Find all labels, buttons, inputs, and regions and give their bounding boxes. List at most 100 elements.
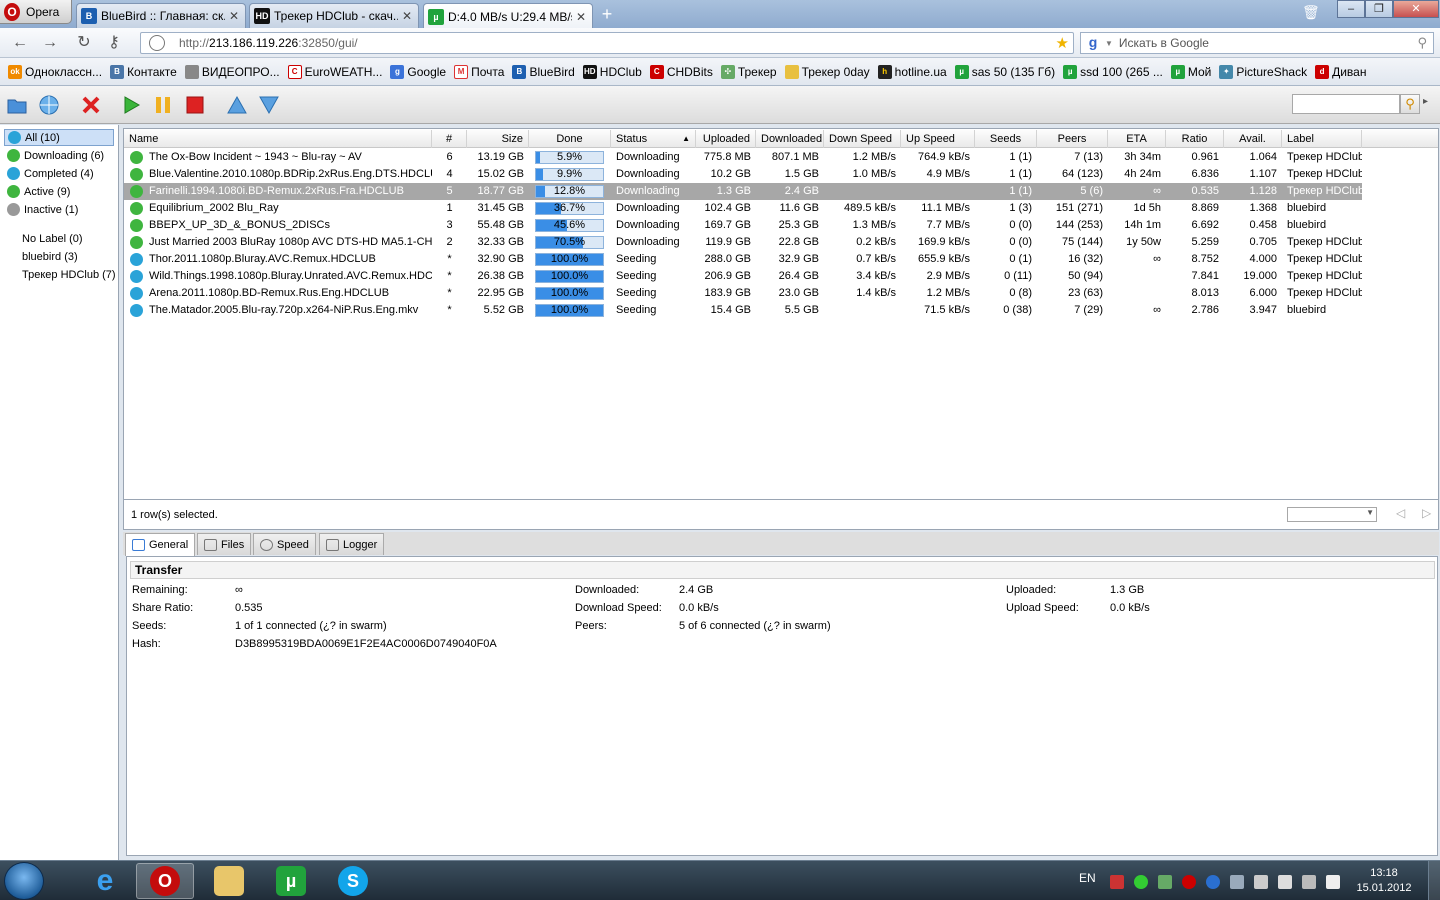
start-icon[interactable] <box>120 94 142 116</box>
bookmark-item[interactable]: ✣ Трекер <box>720 64 777 79</box>
category-inactive[interactable]: Inactive (1) <box>4 201 81 218</box>
tray-opera-icon[interactable] <box>1182 875 1196 889</box>
column-name[interactable]: Name <box>124 130 432 148</box>
bookmark-item[interactable]: ok Одноклассн... <box>8 64 102 79</box>
stop-icon[interactable] <box>184 94 206 116</box>
search-field[interactable]: g ▼ Искать в Google ⚲ <box>1080 32 1434 54</box>
column-done[interactable]: Done <box>529 130 611 148</box>
tray-check-icon[interactable] <box>1134 875 1148 889</box>
taskbar-explorer[interactable] <box>200 863 258 899</box>
category-completed[interactable]: Completed (4) <box>4 165 97 182</box>
bookmark-item[interactable]: ✦ PictureShack <box>1219 64 1307 79</box>
tray-utorrent-icon[interactable] <box>1158 875 1172 889</box>
reload-button[interactable]: ↻ <box>74 34 94 52</box>
taskbar-utorrent[interactable]: µ <box>262 863 320 899</box>
move-up-icon[interactable] <box>226 94 248 116</box>
next-page-icon[interactable]: ▷ <box>1422 506 1431 520</box>
add-url-icon[interactable] <box>38 94 60 116</box>
column-down-speed[interactable]: Down Speed <box>824 130 901 148</box>
browser-tab-utorrent[interactable]: µ D:4.0 MB/s U:29.4 MB/s... ✕ <box>423 3 593 29</box>
column-seeds[interactable]: Seeds <box>975 130 1037 148</box>
category-active[interactable]: Active (9) <box>4 183 73 200</box>
bookmark-item[interactable]: ВИДЕОПРО... <box>184 64 280 79</box>
chevron-down-icon[interactable]: ▼ <box>1105 39 1113 48</box>
torrent-row[interactable]: Blue.Valentine.2010.1080p.BDRip.2xRus.En… <box>124 166 1362 183</box>
close-tab-icon[interactable]: ✕ <box>576 10 588 24</box>
label-bluebird[interactable]: bluebird (3) <box>22 251 78 263</box>
column-up-speed[interactable]: Up Speed <box>901 130 975 148</box>
bluetooth-icon[interactable] <box>1206 875 1220 889</box>
bookmark-item[interactable]: d Диван <box>1315 64 1366 79</box>
browser-tab-hdclub[interactable]: HD Трекер HDClub - скач... ✕ <box>249 3 419 28</box>
bookmark-item[interactable]: HD HDClub <box>582 64 642 79</box>
remove-torrent-icon[interactable] <box>80 94 102 116</box>
new-tab-button[interactable]: + <box>597 5 617 25</box>
category-downloading[interactable]: Downloading (6) <box>4 147 107 164</box>
category-all[interactable]: All (10) <box>4 129 114 146</box>
torrent-row[interactable]: Arena.2011.1080p.BD-Remux.Rus.Eng.HDCLUB… <box>124 285 1362 302</box>
bookmark-item[interactable]: µ ssd 100 (265 ... <box>1063 64 1163 79</box>
toolbar-more-icon[interactable]: ▸ <box>1423 96 1428 107</box>
torrent-row[interactable]: The Ox-Bow Incident ~ 1943 ~ Blu-ray ~ A… <box>124 149 1362 166</box>
maximize-button[interactable]: ❐ <box>1365 0 1393 18</box>
bookmark-item[interactable]: B Контакте <box>110 64 177 79</box>
page-select[interactable]: ▼ <box>1287 507 1377 522</box>
bookmark-star-icon[interactable]: ★ <box>1056 34 1069 52</box>
minimize-button[interactable]: – <box>1337 0 1365 18</box>
column-eta[interactable]: ETA <box>1108 130 1166 148</box>
column-label[interactable]: Label <box>1282 130 1362 148</box>
show-desktop-button[interactable] <box>1428 861 1440 900</box>
pause-icon[interactable] <box>152 94 174 116</box>
taskbar-opera[interactable]: O <box>136 863 194 899</box>
column-status[interactable]: Status ▲ <box>611 130 696 148</box>
column-ratio[interactable]: Ratio <box>1166 130 1224 148</box>
bookmark-item[interactable]: g Google <box>390 64 446 79</box>
close-window-button[interactable]: ✕ <box>1393 0 1439 18</box>
torrent-row[interactable]: Thor.2011.1080p.Bluray.AVC.Remux.HDCLUB *… <box>124 251 1362 268</box>
bookmark-item[interactable]: M Почта <box>454 64 504 79</box>
opera-menu-button[interactable]: O Opera <box>0 0 72 24</box>
bookmark-item[interactable]: µ sas 50 (135 Гб) <box>954 64 1055 79</box>
column-peers[interactable]: Peers <box>1037 130 1108 148</box>
column-avail[interactable]: Avail. <box>1224 130 1282 148</box>
back-button[interactable]: ← <box>10 34 30 52</box>
taskbar-ie[interactable]: e <box>76 863 134 899</box>
column-size[interactable]: Size <box>467 130 529 148</box>
label-hdclub[interactable]: Трекер HDClub (7) <box>22 269 116 281</box>
bookmark-item[interactable]: Трекер 0day <box>784 64 870 79</box>
bookmark-item[interactable]: C EuroWEATH... <box>287 64 382 79</box>
trash-icon[interactable]: 🗑 <box>1302 4 1320 20</box>
label-no-label[interactable]: No Label (0) <box>22 233 83 245</box>
key-icon[interactable]: ⚷ <box>104 34 124 52</box>
torrent-search-icon[interactable]: ⚲ <box>1400 94 1420 114</box>
torrent-row[interactable]: BBEPX_UP_3D_&_BONUS_2DISCs 3 55.48 GB Downl… <box>124 217 1362 234</box>
taskbar-skype[interactable]: S <box>324 863 382 899</box>
add-torrent-icon[interactable] <box>6 94 28 116</box>
tab-logger[interactable]: Logger <box>319 533 385 555</box>
network-icon[interactable] <box>1302 875 1316 889</box>
torrent-row[interactable]: Just Married 2003 BluRay 1080p AVC DTS-H… <box>124 234 1362 251</box>
tray-device-icon[interactable] <box>1254 875 1268 889</box>
torrent-row[interactable]: Farinelli.1994.1080i.BD-Remux.2xRus.Fra.… <box>124 183 1362 200</box>
volume-icon[interactable] <box>1326 875 1340 889</box>
torrent-row[interactable]: Equilibrium_2002 Blu_Ray 1 31.45 GB Downloa… <box>124 200 1362 217</box>
torrent-row[interactable]: Wild.Things.1998.1080p.Bluray.Unrated.AV… <box>124 268 1362 285</box>
bookmark-item[interactable]: h hotline.ua <box>877 64 947 79</box>
bookmark-item[interactable]: µ Мой <box>1170 64 1211 79</box>
prev-page-icon[interactable]: ◁ <box>1396 506 1405 520</box>
tray-app-icon[interactable] <box>1110 875 1124 889</box>
address-field[interactable]: http://213.186.119.226:32850/gui/ ★ <box>140 32 1074 54</box>
browser-tab-bluebird[interactable]: B BlueBird :: Главная: ск... ✕ <box>76 3 246 28</box>
language-indicator[interactable]: EN <box>1079 871 1096 885</box>
close-tab-icon[interactable]: ✕ <box>229 9 241 23</box>
close-tab-icon[interactable]: ✕ <box>402 9 414 23</box>
forward-button[interactable]: → <box>40 34 60 52</box>
tray-flag-icon[interactable] <box>1278 875 1292 889</box>
tab-general[interactable]: General <box>125 533 196 556</box>
start-button[interactable] <box>4 862 44 900</box>
column-downloaded[interactable]: Downloaded <box>756 130 824 148</box>
tray-media-icon[interactable] <box>1230 875 1244 889</box>
bookmark-item[interactable]: C CHDBits <box>649 64 713 79</box>
column-queue[interactable]: # <box>432 130 467 148</box>
search-icon[interactable]: ⚲ <box>1417 35 1427 51</box>
